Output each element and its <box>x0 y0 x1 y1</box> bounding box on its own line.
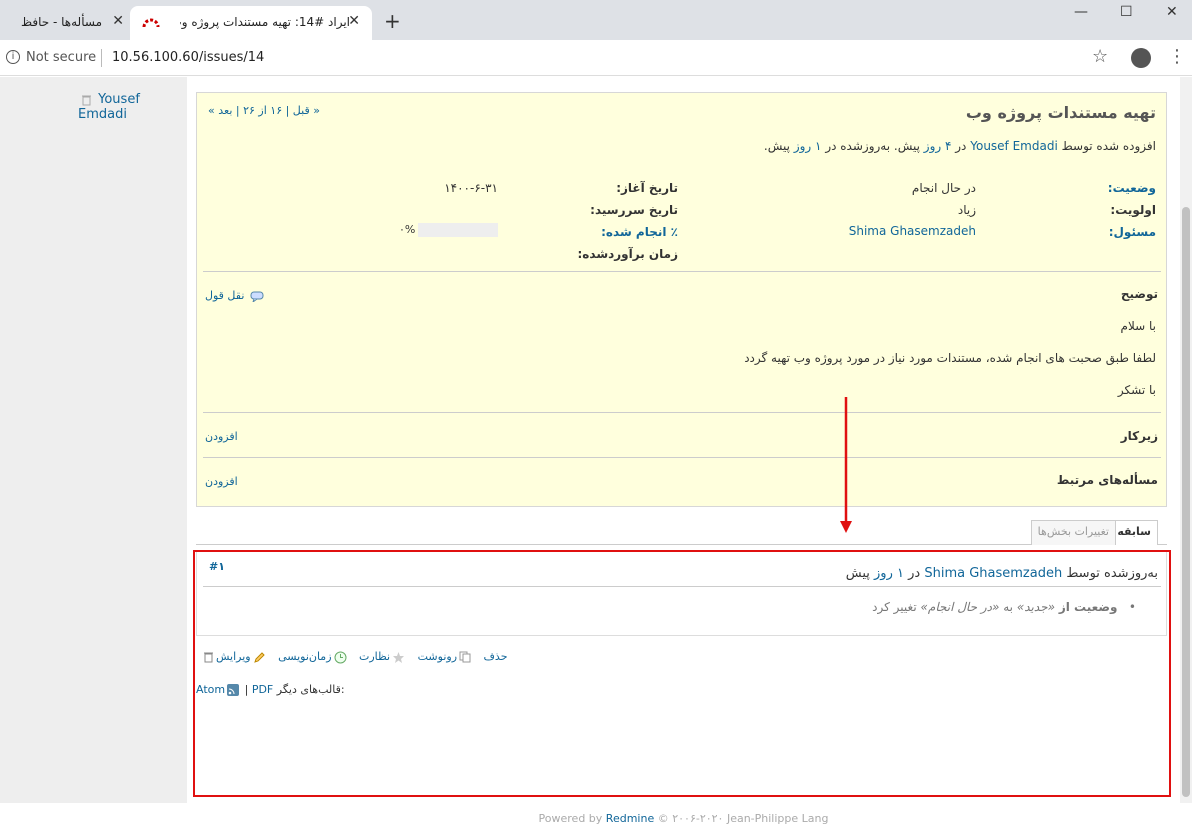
comment-icon <box>250 291 264 302</box>
assignee-link[interactable]: Shima Ghasemzadeh <box>849 224 976 238</box>
browser-tab-bar: مسأله‌ها - حافظ ✕ ایراد #14: تهیه مستندا… <box>0 0 1192 40</box>
arrow-down-icon <box>840 397 852 533</box>
related-issues-heading: مسأله‌های مرتبط <box>1056 473 1158 487</box>
tab-property-changes[interactable]: تغییرات بخش‌ها <box>1030 520 1116 545</box>
browser-menu-icon[interactable]: ⋮ <box>1168 46 1186 67</box>
assignee-label: مسئول: <box>1108 225 1156 239</box>
quote-link[interactable]: نقل قول <box>205 289 266 302</box>
new-tab-button[interactable]: + <box>384 9 401 33</box>
done-ratio-label: ٪ انجام شده: <box>601 225 678 239</box>
estimate-label: زمان برآوردشده: <box>577 247 679 261</box>
add-related-link[interactable]: افزودن <box>205 475 238 488</box>
author-prefix: افزوده شده توسط <box>1061 139 1156 153</box>
issue-title: تهیه مستندات پروژه وب <box>965 103 1156 122</box>
redmine-link[interactable]: Redmine <box>606 812 654 825</box>
security-label[interactable]: Not secure <box>26 50 96 65</box>
status-value: در حال انجام <box>911 181 976 195</box>
browser-tab-active[interactable]: ایراد #14: تهیه مستندات پروژه وب - ✕ <box>130 6 372 40</box>
tab-close-icon[interactable]: ✕ <box>112 13 124 29</box>
author-suffix: پیش. <box>763 139 790 153</box>
footer-copyright: © ۲۰۰۶-۲۰۲۰ Jean-Philippe Lang <box>657 812 829 825</box>
due-date-label: تاریخ سررسید: <box>590 203 678 217</box>
priority-label: اولویت: <box>1110 203 1156 217</box>
subtasks-heading: زیرکار <box>1120 429 1158 443</box>
footer: Powered by Redmine © ۲۰۰۶-۲۰۲۰ Jean-Phil… <box>187 803 1180 831</box>
tab-title: ایراد #14: تهیه مستندات پروژه وب - <box>180 15 350 29</box>
description-heading: توضیح <box>1120 287 1158 301</box>
updated-link[interactable]: ۱ روز <box>794 139 822 153</box>
redmine-favicon-icon <box>142 18 160 28</box>
author-in: در <box>955 139 967 153</box>
browser-tab-issues[interactable]: مسأله‌ها - حافظ ✕ <box>8 6 128 40</box>
tab-close-icon[interactable]: ✕ <box>348 13 360 29</box>
divider <box>203 457 1161 458</box>
author-link[interactable]: Yousef Emdadi <box>970 139 1058 153</box>
url-field[interactable]: 10.56.100.60/issues/14 <box>112 50 264 65</box>
history-tabs: سابقه تغییرات بخش‌ها <box>196 520 1167 545</box>
priority-value: زیاد <box>957 203 976 217</box>
minimize-button[interactable]: — <box>1074 4 1088 20</box>
scrollbar[interactable] <box>1180 77 1192 803</box>
footer-powered: Powered by <box>538 812 603 825</box>
created-link[interactable]: ۴ روز <box>924 139 952 153</box>
issue-navigation[interactable]: « قبل | ۱۶ از ۲۶ | بعد » <box>208 104 320 117</box>
trash-icon[interactable] <box>80 94 92 106</box>
start-date-label: تاریخ آغاز: <box>616 181 678 195</box>
status-label: وضعیت: <box>1107 181 1156 195</box>
add-subtask-link[interactable]: افزودن <box>205 430 238 443</box>
watcher-item: Yousef Emdadi <box>78 92 187 122</box>
start-date-value: ۱۴۰۰-۶-۳۱ <box>444 181 498 195</box>
close-window-button[interactable]: ✕ <box>1166 4 1178 20</box>
description-line: لطفا طبق صحبت های انجام شده، مستندات مور… <box>744 351 1156 365</box>
scrollbar-thumb[interactable] <box>1182 207 1190 797</box>
bookmark-star-icon[interactable]: ☆ <box>1092 46 1108 67</box>
issue-panel: « قبل | ۱۶ از ۲۶ | بعد » تهیه مستندات پر… <box>196 92 1167 507</box>
address-bar: i Not secure 10.56.100.60/issues/14 ☆ ⋮ <box>0 40 1192 76</box>
author-mid: پیش. به‌روزشده در <box>825 139 920 153</box>
divider <box>203 271 1161 272</box>
divider <box>203 412 1161 413</box>
account-avatar-icon[interactable] <box>1131 48 1151 68</box>
tab-history[interactable]: سابقه <box>1110 520 1158 545</box>
done-ratio-value: ۰% <box>399 223 416 236</box>
issue-author-line: افزوده شده توسط Yousef Emdadi در ۴ روز پ… <box>764 139 1156 153</box>
info-icon[interactable]: i <box>6 50 20 64</box>
highlight-annotation-box <box>193 550 1171 797</box>
sidebar: Yousef Emdadi <box>0 77 187 803</box>
description-line: با سلام <box>1120 319 1156 333</box>
progress-bar <box>418 223 498 237</box>
quote-label: نقل قول <box>205 289 245 302</box>
address-divider <box>101 49 102 67</box>
tab-title: مسأله‌ها - حافظ <box>20 15 102 29</box>
maximize-button[interactable]: ☐ <box>1120 4 1133 20</box>
description-line: با تشکر <box>1117 383 1156 397</box>
